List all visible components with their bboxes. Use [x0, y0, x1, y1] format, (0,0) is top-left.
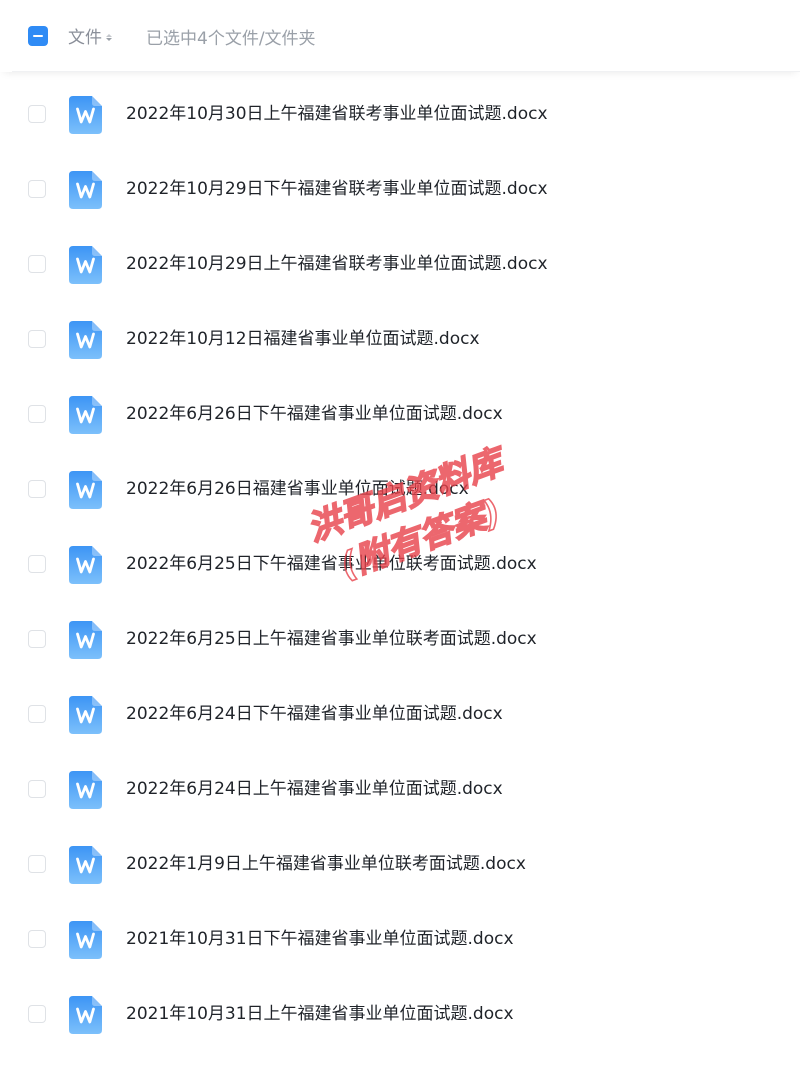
word-doc-icon: [69, 696, 102, 734]
row-checkbox[interactable]: [28, 480, 46, 498]
sort-by-filename[interactable]: 文件: [68, 23, 112, 48]
file-name[interactable]: 2022年10月29日下午福建省联考事业单位面试题.docx: [126, 177, 548, 201]
row-checkbox[interactable]: [28, 555, 46, 573]
file-name[interactable]: 2022年10月30日上午福建省联考事业单位面试题.docx: [126, 102, 548, 126]
word-doc-icon: [69, 171, 102, 209]
row-checkbox[interactable]: [28, 855, 46, 873]
file-name[interactable]: 2021年10月31日下午福建省事业单位面试题.docx: [126, 927, 514, 951]
row-checkbox[interactable]: [28, 930, 46, 948]
selection-count: 已选中4个文件/文件夹: [146, 29, 316, 49]
word-doc-icon: [69, 321, 102, 359]
file-name[interactable]: 2022年6月25日上午福建省事业单位联考面试题.docx: [126, 627, 537, 651]
file-name[interactable]: 2022年1月9日上午福建省事业单位联考面试题.docx: [126, 852, 526, 876]
file-list-header: 文件 已选中4个文件/文件夹: [0, 0, 800, 72]
word-doc-icon: [69, 771, 102, 809]
row-checkbox[interactable]: [28, 255, 46, 273]
header-divider: [12, 71, 800, 72]
word-doc-icon: [69, 471, 102, 509]
row-checkbox[interactable]: [28, 330, 46, 348]
row-checkbox[interactable]: [28, 630, 46, 648]
word-doc-icon: [69, 96, 102, 134]
file-browser: 文件 已选中4个文件/文件夹 2022年10月30日上午福建省联考事业单位面试题…: [0, 0, 800, 1068]
file-name[interactable]: 2022年6月25日下午福建省事业单位联考面试题.docx: [126, 552, 537, 576]
file-row[interactable]: 2022年6月25日下午福建省事业单位联考面试题.docx: [0, 522, 800, 597]
row-checkbox[interactable]: [28, 1005, 46, 1023]
file-name[interactable]: 2022年6月24日上午福建省事业单位面试题.docx: [126, 777, 503, 801]
file-row[interactable]: 2022年6月26日下午福建省事业单位面试题.docx: [0, 372, 800, 447]
file-name[interactable]: 2021年10月31日上午福建省事业单位面试题.docx: [126, 1002, 514, 1026]
file-name[interactable]: 2022年6月26日下午福建省事业单位面试题.docx: [126, 402, 503, 426]
file-name[interactable]: 2022年10月12日福建省事业单位面试题.docx: [126, 327, 480, 351]
row-checkbox[interactable]: [28, 780, 46, 798]
file-row[interactable]: 2022年6月24日上午福建省事业单位面试题.docx: [0, 747, 800, 822]
row-checkbox[interactable]: [28, 705, 46, 723]
row-checkbox[interactable]: [28, 405, 46, 423]
file-row[interactable]: 2022年10月12日福建省事业单位面试题.docx: [0, 297, 800, 372]
file-row[interactable]: 2022年10月29日上午福建省联考事业单位面试题.docx: [0, 222, 800, 297]
word-doc-icon: [69, 996, 102, 1034]
file-row[interactable]: 2022年6月24日下午福建省事业单位面试题.docx: [0, 672, 800, 747]
word-doc-icon: [69, 546, 102, 584]
row-checkbox[interactable]: [28, 180, 46, 198]
word-doc-icon: [69, 621, 102, 659]
file-row[interactable]: 2021年10月31日下午福建省事业单位面试题.docx: [0, 897, 800, 972]
row-checkbox[interactable]: [28, 105, 46, 123]
file-row[interactable]: 2022年10月29日下午福建省联考事业单位面试题.docx: [0, 147, 800, 222]
file-name[interactable]: 2022年6月26日福建省事业单位面试题.docx: [126, 477, 469, 501]
file-list: 2022年10月30日上午福建省联考事业单位面试题.docx 2022年10月29…: [0, 72, 800, 1047]
file-name[interactable]: 2022年6月24日下午福建省事业单位面试题.docx: [126, 702, 503, 726]
file-name[interactable]: 2022年10月29日上午福建省联考事业单位面试题.docx: [126, 252, 548, 276]
file-row[interactable]: 2022年6月25日上午福建省事业单位联考面试题.docx: [0, 597, 800, 672]
sort-arrows-icon: [106, 33, 112, 41]
word-doc-icon: [69, 246, 102, 284]
sort-label: 文件: [68, 27, 102, 48]
file-row[interactable]: 2021年10月31日上午福建省事业单位面试题.docx: [0, 972, 800, 1047]
indeterminate-icon: [33, 35, 43, 37]
file-row[interactable]: 2022年1月9日上午福建省事业单位联考面试题.docx: [0, 822, 800, 897]
file-row[interactable]: 2022年6月26日福建省事业单位面试题.docx: [0, 447, 800, 522]
word-doc-icon: [69, 396, 102, 434]
file-row[interactable]: 2022年10月30日上午福建省联考事业单位面试题.docx: [0, 72, 800, 147]
word-doc-icon: [69, 921, 102, 959]
select-all-checkbox[interactable]: [28, 26, 48, 46]
word-doc-icon: [69, 846, 102, 884]
